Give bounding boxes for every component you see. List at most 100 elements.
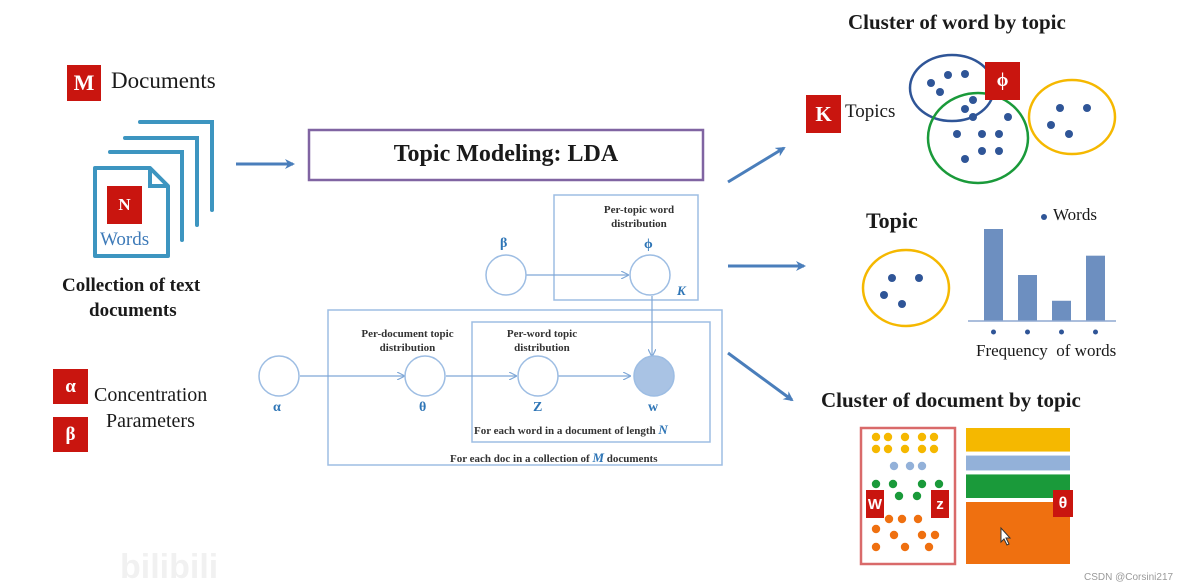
- doc-word-dot: [929, 432, 939, 442]
- bar-tick-dot: [1059, 329, 1064, 335]
- documents-badge: M: [67, 65, 101, 101]
- doc-word-dot: [871, 524, 881, 534]
- topic-cluster: [861, 248, 951, 328]
- lda-title: Topic Modeling: LDA: [393, 141, 619, 167]
- doc-word-dot: [897, 514, 907, 524]
- topic-title: Topic: [866, 208, 918, 233]
- doc-word-dot: [871, 432, 881, 442]
- per-doc-label: Per-document topic distribution: [345, 327, 470, 355]
- per-topic-label-line1: Per-topic word: [603, 204, 675, 216]
- theta-bar-yellow: [966, 428, 1070, 452]
- doc-word-dot: [894, 491, 904, 501]
- bar-word2: [1018, 275, 1037, 321]
- cluster-doc-title: Cluster of document by topic: [821, 388, 1081, 412]
- cluster-green: [926, 91, 1030, 185]
- node-alpha-label: α: [273, 400, 281, 415]
- bar-word4: [1086, 255, 1105, 321]
- cluster-yellow: [1027, 78, 1117, 156]
- doc-word-dot: [917, 479, 927, 489]
- plate-n-symbol: N: [658, 422, 668, 437]
- arrow-to-doc-cluster: [727, 351, 794, 402]
- plate-n-text: For each word in a document of length: [474, 425, 656, 437]
- doc-word-dot: [913, 514, 923, 524]
- alpha-badge: α: [53, 369, 88, 404]
- phi-badge: ϕ: [985, 62, 1020, 100]
- w-badge: W: [866, 490, 884, 518]
- cluster-blue: [908, 53, 996, 123]
- doc-word-dot: [934, 479, 944, 489]
- freq-label: Frequency of words: [976, 341, 1117, 360]
- per-word-label-line1: Per-word topic: [506, 328, 578, 340]
- plate-k-label: K: [677, 283, 686, 298]
- doc-word-dot: [900, 542, 910, 552]
- doc-word-dot: [888, 479, 898, 489]
- theta-bar-light-blue: [966, 455, 1070, 471]
- bar-word1: [984, 229, 1003, 321]
- node-phi-label: ϕ: [644, 237, 653, 252]
- concentration-label-2: Parameters: [106, 410, 195, 432]
- node-beta-label: β: [500, 236, 508, 251]
- doc-word-dot: [871, 479, 881, 489]
- words-legend: Words: [1053, 205, 1097, 224]
- cluster-word-title: Cluster of word by topic: [848, 10, 1066, 34]
- node-phi: [629, 254, 671, 296]
- doc-word-dot: [871, 542, 881, 552]
- node-w-label: w: [648, 400, 659, 415]
- node-theta: [404, 355, 446, 397]
- doc-word-dot: [900, 432, 910, 442]
- node-beta: [485, 254, 527, 296]
- arrow-to-word-cluster: [727, 146, 786, 184]
- frequency-bar-chart: [968, 229, 1116, 335]
- plate-m-text-1: For each doc in a collection of: [450, 453, 590, 465]
- watermark-left: bilibili: [120, 548, 219, 586]
- node-theta-label: θ: [419, 400, 427, 415]
- doc-word-dot: [917, 444, 927, 454]
- collection-label-1: Collection of text: [62, 275, 201, 296]
- z-badge: z: [931, 490, 949, 518]
- theta-badge: θ: [1053, 490, 1073, 517]
- doc-word-dot: [889, 530, 899, 540]
- node-z-label: Z: [533, 400, 543, 415]
- per-doc-label-line1: Per-document topic: [361, 328, 454, 340]
- topics-label: Topics: [845, 101, 896, 122]
- node-z: [517, 355, 559, 397]
- doc-word-dot: [884, 514, 894, 524]
- doc-word-dot: [912, 491, 922, 501]
- doc-word-dot: [905, 461, 915, 471]
- plate-m-caption: For each doc in a collection of M docume…: [450, 451, 658, 466]
- per-topic-label-line2: distribution: [611, 218, 667, 230]
- topics-badge: K: [806, 95, 841, 133]
- bar-word3: [1052, 300, 1071, 321]
- doc-word-dot: [900, 444, 910, 454]
- bar-tick-dot: [1093, 329, 1098, 335]
- doc-word-dot: [930, 530, 940, 540]
- collection-label-2: documents: [89, 300, 177, 321]
- node-alpha: [258, 355, 300, 397]
- doc-words-badge: N: [107, 186, 142, 224]
- plate-m-symbol: M: [592, 450, 605, 465]
- concentration-label-1: Concentration: [94, 384, 208, 406]
- doc-word-dot: [917, 461, 927, 471]
- doc-words-label: Words: [100, 229, 150, 250]
- doc-word-dot: [924, 542, 934, 552]
- documents-label: Documents: [111, 68, 216, 93]
- doc-word-dot: [889, 461, 899, 471]
- doc-word-dot: [883, 432, 893, 442]
- per-word-label-line2: distribution: [514, 342, 570, 354]
- plate-m-text-2: documents: [606, 453, 658, 465]
- watermark-right: CSDN @Corsini217: [1084, 572, 1174, 583]
- doc-word-dot: [917, 530, 927, 540]
- per-word-label: Per-word topic distribution: [492, 327, 592, 355]
- doc-word-dot: [871, 444, 881, 454]
- legend-dot: [1041, 214, 1047, 220]
- node-w: [633, 355, 675, 397]
- beta-badge: β: [53, 417, 88, 452]
- per-doc-label-line2: distribution: [379, 342, 436, 354]
- plate-n-caption: For each word in a document of length N: [474, 423, 668, 438]
- doc-word-dot: [929, 444, 939, 454]
- bar-tick-dot: [1025, 329, 1030, 335]
- per-topic-label: Per-topic word distribution: [584, 203, 694, 231]
- bar-tick-dot: [991, 329, 996, 335]
- doc-word-dot: [917, 432, 927, 442]
- doc-word-dot: [883, 444, 893, 454]
